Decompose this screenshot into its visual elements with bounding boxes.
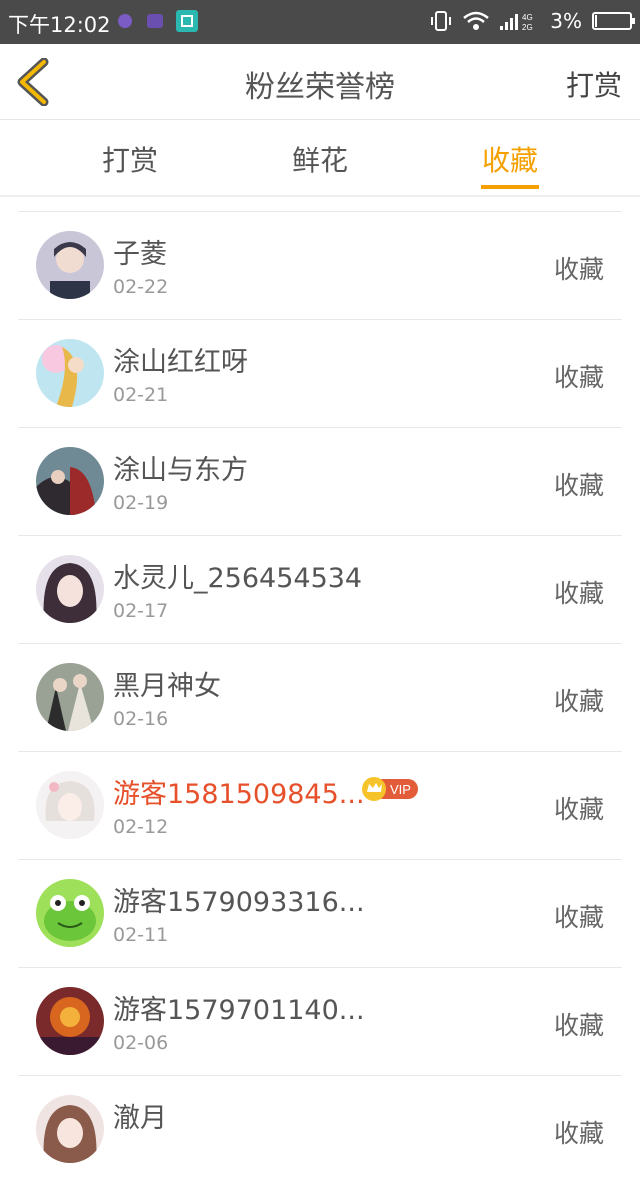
active-tab-indicator xyxy=(481,185,539,189)
list-item[interactable]: 子菱 02-22 收藏 xyxy=(18,211,622,319)
fan-name: 澈月 xyxy=(113,1103,167,1134)
wifi-icon xyxy=(463,11,490,30)
page-title: 粉丝荣誉榜 xyxy=(245,70,395,105)
fan-date: 02-22 xyxy=(113,276,169,298)
fan-name: 黑月神女 xyxy=(113,671,221,702)
fan-name: 游客1579093316... xyxy=(113,887,365,918)
fan-date: 02-16 xyxy=(113,708,169,730)
fan-name: 水灵儿_256454534 xyxy=(113,563,363,594)
fan-action: 收藏 xyxy=(553,903,604,932)
battery-percent: 3% xyxy=(550,9,582,33)
avatar xyxy=(36,339,104,407)
fan-action: 收藏 xyxy=(553,579,604,608)
fan-name: 游客1581509845... xyxy=(113,779,365,810)
fan-date: 02-19 xyxy=(113,492,169,514)
list-item[interactable]: 游客1579701140... 02-06 收藏 xyxy=(18,967,622,1075)
fan-date: 02-11 xyxy=(113,924,169,946)
signal-icon: 4G 2G xyxy=(500,13,533,32)
tab-bar: 打赏 鲜花 收藏 xyxy=(0,121,640,197)
list-item[interactable]: 游客1581509845... VIP 02-12 收藏 xyxy=(18,751,622,859)
fan-action: 收藏 xyxy=(553,255,604,284)
fan-action: 收藏 xyxy=(553,687,604,716)
fan-action: 收藏 xyxy=(553,363,604,392)
vip-label: VIP xyxy=(390,782,411,797)
fan-date: 02-17 xyxy=(113,600,169,622)
status-indicators: 4G 2G 3% xyxy=(430,9,635,33)
vibrate-icon xyxy=(431,11,452,31)
list-item[interactable]: 涂山红红呀 02-21 收藏 xyxy=(18,319,622,427)
status-bar: 下午12:02 4G 2G 3% xyxy=(0,0,640,44)
fan-action: 收藏 xyxy=(553,1119,604,1148)
fan-action: 收藏 xyxy=(553,795,604,824)
avatar xyxy=(36,447,104,515)
avatar xyxy=(36,771,104,839)
avatar xyxy=(36,663,104,731)
list-item[interactable]: 黑月神女 02-16 收藏 xyxy=(18,643,622,751)
avatar xyxy=(36,231,104,299)
list-item[interactable]: 涂山与东方 02-19 收藏 xyxy=(18,427,622,535)
notification-icon xyxy=(118,14,132,28)
tab-reward[interactable]: 打赏 xyxy=(70,139,190,179)
svg-text:2G: 2G xyxy=(522,23,533,32)
vip-badge: VIP xyxy=(362,777,418,801)
svg-text:4G: 4G xyxy=(522,13,533,22)
screenshot-icon xyxy=(176,10,198,32)
fan-date: 02-06 xyxy=(113,1032,169,1054)
message-icon xyxy=(147,14,163,28)
status-time: 下午12:02 xyxy=(8,13,111,37)
fan-name: 涂山红红呀 xyxy=(113,347,248,378)
avatar xyxy=(36,879,104,947)
fan-action: 收藏 xyxy=(553,471,604,500)
fan-name: 子菱 xyxy=(113,239,167,270)
avatar xyxy=(36,987,104,1055)
tab-flowers[interactable]: 鲜花 xyxy=(260,139,380,179)
avatar xyxy=(36,555,104,623)
list-item[interactable]: 澈月 收藏 xyxy=(18,1075,622,1183)
fan-date: 02-12 xyxy=(113,816,169,838)
fan-name: 涂山与东方 xyxy=(113,455,248,486)
fan-list: 子菱 02-22 收藏 涂山红红呀 02-21 收藏 涂山与东方 02-19 收… xyxy=(18,211,622,1183)
fan-date: 02-21 xyxy=(113,384,169,406)
list-item[interactable]: 游客1579093316... 02-11 收藏 xyxy=(18,859,622,967)
fan-name: 游客1579701140... xyxy=(113,995,365,1026)
tab-favorites[interactable]: 收藏 xyxy=(450,139,570,179)
battery-icon xyxy=(592,12,635,30)
nav-header: 粉丝荣誉榜 打赏 xyxy=(0,44,640,120)
list-item[interactable]: 水灵儿_256454534 02-17 收藏 xyxy=(18,535,622,643)
reward-button[interactable]: 打赏 xyxy=(566,64,622,104)
avatar xyxy=(36,1095,104,1163)
fan-action: 收藏 xyxy=(553,1011,604,1040)
